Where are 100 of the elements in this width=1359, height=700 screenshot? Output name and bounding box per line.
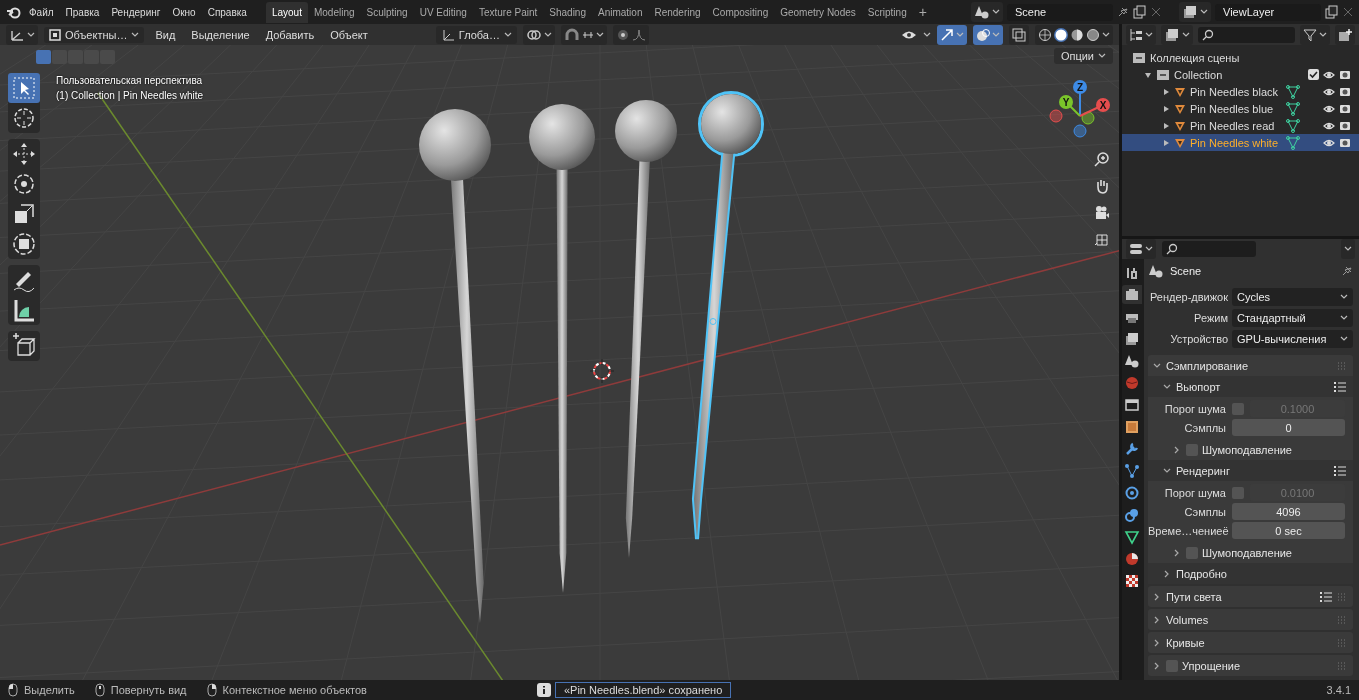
search-field[interactable] — [1162, 241, 1256, 257]
disclosure-triangle-icon[interactable] — [1162, 138, 1170, 147]
filter-view-button[interactable] — [1161, 24, 1193, 45]
workspace-tab[interactable]: Animation — [592, 1, 649, 23]
menu-item[interactable]: Файл — [24, 3, 59, 21]
pin-icon[interactable] — [1341, 265, 1353, 277]
disclosure-triangle-icon[interactable] — [1162, 104, 1170, 113]
workspace-tab[interactable]: Shading — [543, 1, 592, 23]
search-field[interactable] — [1198, 26, 1295, 43]
editor-type-button[interactable] — [6, 24, 38, 45]
outliner-row[interactable]: Pin Needles black — [1122, 83, 1359, 100]
workspace-tab[interactable]: Scripting — [861, 1, 913, 23]
copy-icon[interactable] — [1325, 5, 1339, 19]
workspace-tab[interactable]: Compositing — [706, 1, 775, 23]
eye-icon[interactable] — [1323, 120, 1335, 131]
xray-button[interactable] — [1009, 24, 1029, 45]
panel-title[interactable]: Volumes — [1166, 613, 1209, 626]
outliner-row[interactable]: Pin Needles white — [1122, 134, 1359, 151]
object-name[interactable]: Pin Needles blue — [1190, 102, 1282, 115]
axis-handle[interactable]: Y — [1059, 95, 1081, 117]
workspace-tab[interactable]: Modeling — [307, 1, 361, 23]
checkbox[interactable] — [1308, 69, 1319, 80]
outliner-row[interactable]: Pin Needles blue — [1122, 100, 1359, 117]
proportional-button[interactable] — [613, 24, 649, 45]
panel-title[interactable]: Пути света — [1166, 590, 1222, 603]
disclosure-triangle-icon[interactable] — [1144, 70, 1152, 79]
checkbox[interactable] — [1166, 659, 1178, 672]
options-dropdown[interactable]: Опции — [1053, 48, 1113, 64]
panel-title[interactable]: Кривые — [1166, 636, 1205, 649]
dropdown-field[interactable]: Стандартный — [1232, 308, 1353, 327]
menu-item[interactable]: Справка — [202, 3, 252, 21]
properties-tab[interactable] — [1122, 285, 1142, 304]
snap-button[interactable] — [561, 24, 607, 45]
presets-list-icon[interactable] — [1333, 464, 1347, 477]
workspace-tab[interactable]: UV Editing — [413, 1, 473, 23]
panel-title[interactable]: Вьюпорт — [1176, 380, 1221, 393]
panel-title[interactable]: Сэмплирование — [1166, 359, 1249, 372]
new-collection-button[interactable] — [1335, 24, 1355, 45]
view-layer-field[interactable]: ViewLayer — [1215, 3, 1321, 21]
presets-list-icon[interactable] — [1319, 590, 1333, 603]
axis-handle[interactable]: X — [1079, 98, 1110, 117]
pin-icon[interactable] — [1117, 6, 1129, 18]
shading-mode-button[interactable] — [1086, 27, 1100, 42]
view-layer-browse-button[interactable] — [1179, 2, 1211, 22]
negative-axis-handle[interactable] — [1081, 111, 1095, 125]
workspace-tab[interactable]: Geometry Nodes — [774, 1, 862, 23]
outliner-item[interactable]: Collection — [1174, 68, 1223, 81]
object-name[interactable]: Pin Needles read — [1190, 119, 1282, 132]
editor-type-button[interactable] — [1126, 239, 1156, 259]
checkbox[interactable] — [1186, 546, 1198, 559]
scene-field[interactable]: Scene — [1007, 3, 1113, 21]
number-field[interactable]: 4096 — [1232, 503, 1345, 520]
negative-axis-handle[interactable] — [1049, 109, 1063, 123]
dropdown-field[interactable]: GPU-вычисления — [1232, 329, 1353, 348]
close-icon[interactable] — [1151, 7, 1161, 17]
copy-icon[interactable] — [1133, 5, 1147, 19]
camera-icon[interactable] — [1339, 69, 1351, 80]
negative-axis-handle[interactable] — [1073, 124, 1087, 138]
camera-icon[interactable] — [1339, 103, 1351, 114]
workspace-tab[interactable]: Layout — [265, 1, 308, 23]
scene-browse-button[interactable] — [971, 2, 1003, 22]
outliner-item[interactable]: Коллекция сцены — [1150, 51, 1240, 64]
gizmos-button[interactable] — [937, 24, 967, 45]
menu-item[interactable]: Правка — [60, 3, 105, 21]
eye-icon[interactable] — [1323, 137, 1335, 148]
panel-title[interactable]: Рендеринг — [1176, 464, 1230, 477]
mode-dropdown[interactable]: Объектны… — [44, 26, 145, 43]
menu-item[interactable]: Добавить — [260, 28, 320, 41]
object-name[interactable]: Pin Needles white — [1190, 136, 1282, 149]
menu-item[interactable]: Рендеринг — [106, 3, 166, 21]
workspace-tab[interactable]: Sculpting — [360, 1, 414, 23]
workspace-tab[interactable]: Texture Paint — [472, 1, 544, 23]
disclosure-triangle-icon[interactable] — [1162, 121, 1170, 130]
eye-icon[interactable] — [1323, 69, 1335, 80]
overlays-button[interactable] — [973, 24, 1003, 45]
presets-list-icon[interactable] — [1333, 380, 1347, 393]
disclosure-triangle-icon[interactable] — [1162, 87, 1170, 96]
camera-icon[interactable] — [1339, 137, 1351, 148]
eye-icon[interactable] — [1323, 86, 1335, 97]
shading-mode-button[interactable] — [1070, 27, 1084, 42]
add-workspace-button[interactable]: + — [912, 4, 933, 20]
menu-item[interactable]: Окно — [167, 3, 201, 21]
pivot-button[interactable] — [523, 24, 555, 45]
orientation-dropdown[interactable]: Глоба… — [435, 25, 517, 44]
object-name[interactable]: Pin Needles black — [1190, 85, 1282, 98]
menu-item[interactable]: Вид — [150, 28, 181, 41]
menu-item[interactable]: Объект — [325, 28, 373, 41]
axis-handle[interactable]: Z — [1073, 80, 1087, 117]
options-button[interactable] — [1341, 239, 1355, 259]
filter-button[interactable] — [1300, 24, 1330, 45]
workspace-tab[interactable]: Rendering — [648, 1, 707, 23]
tool-button[interactable] — [8, 73, 40, 103]
checkbox[interactable] — [1232, 402, 1244, 415]
shading-mode-button[interactable] — [1054, 27, 1068, 42]
panel-title[interactable]: Упрощение — [1182, 659, 1241, 672]
properties-tab[interactable] — [1122, 461, 1142, 480]
checkbox[interactable] — [1186, 443, 1198, 456]
number-field[interactable]: 0 — [1232, 419, 1345, 436]
close-icon[interactable] — [1343, 7, 1353, 17]
camera-icon[interactable] — [1339, 120, 1351, 131]
